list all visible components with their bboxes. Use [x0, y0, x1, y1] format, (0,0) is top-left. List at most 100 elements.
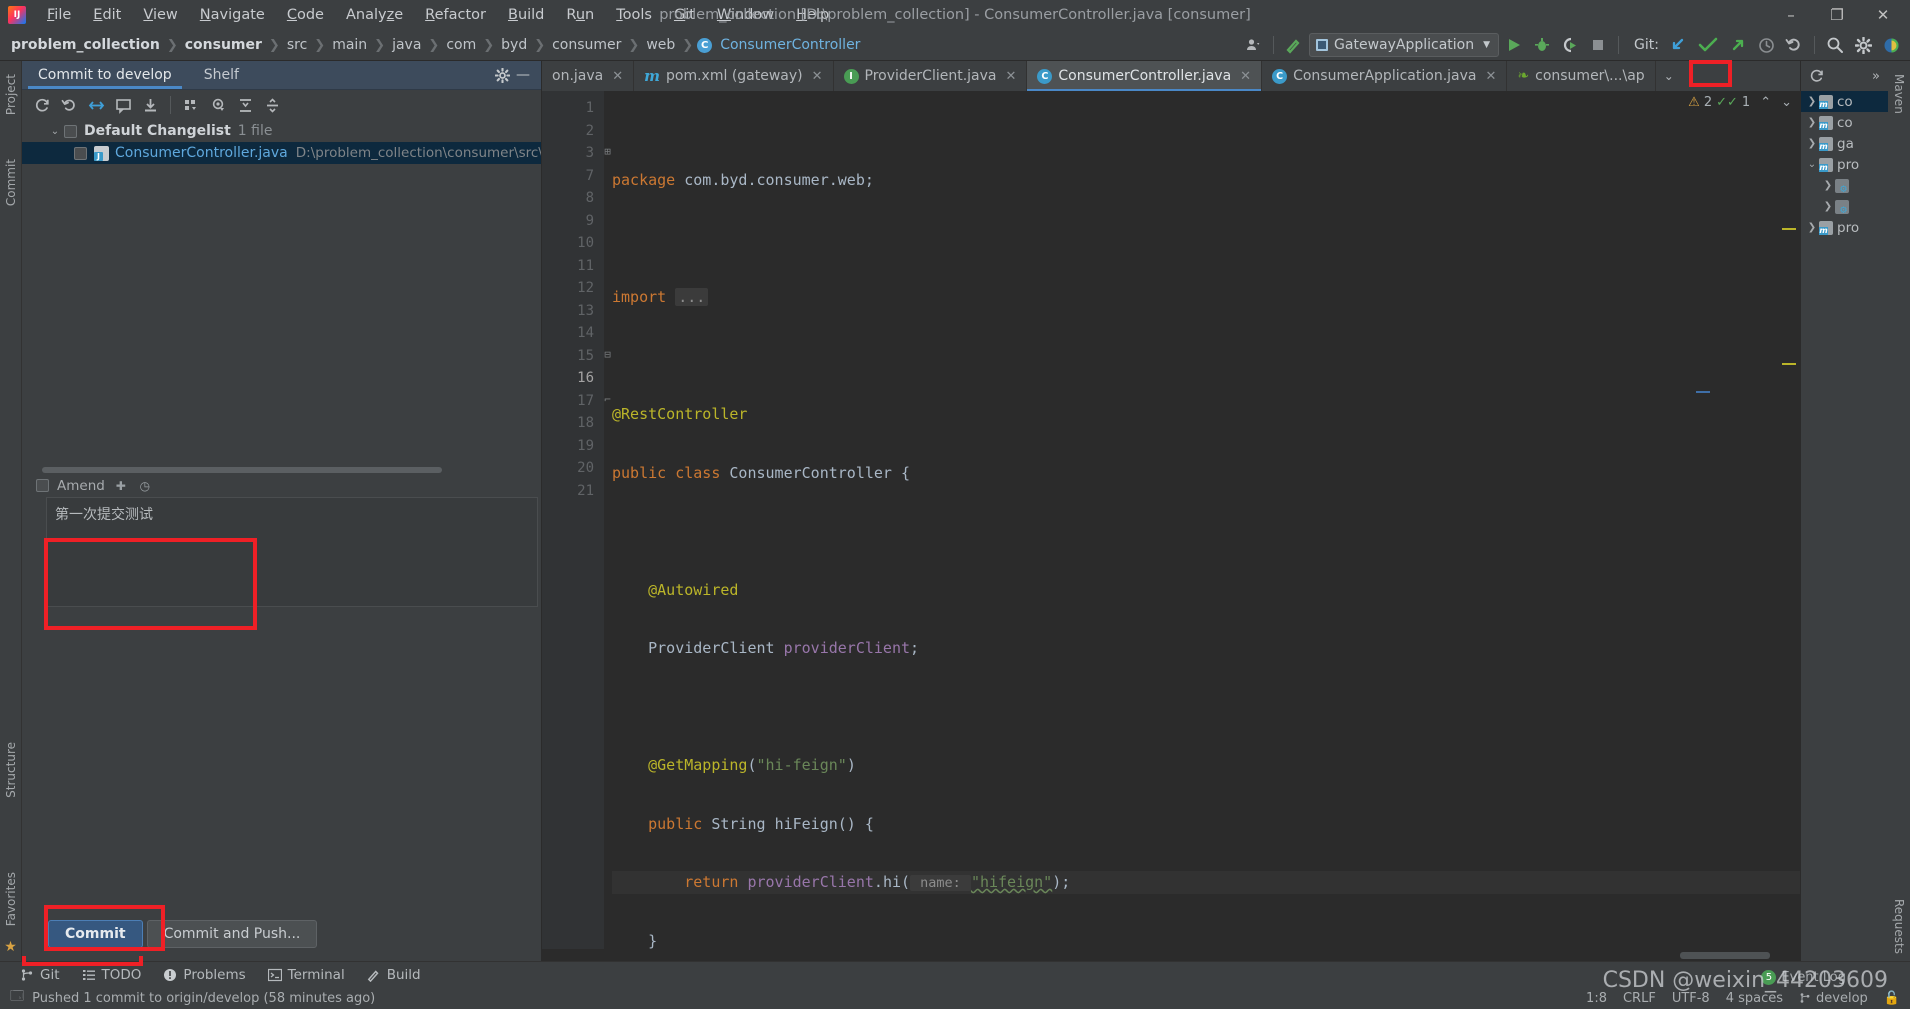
- line-separator[interactable]: CRLF: [1623, 991, 1656, 1006]
- menu-file[interactable]: File: [36, 3, 82, 27]
- menu-refactor[interactable]: Refactor: [414, 3, 497, 27]
- folded-imports[interactable]: ...: [675, 288, 709, 306]
- menu-code[interactable]: Code: [276, 3, 335, 27]
- rollback-icon[interactable]: [1781, 33, 1807, 57]
- tab-commit-to-develop[interactable]: Commit to develop: [22, 61, 188, 89]
- refresh-icon[interactable]: [1809, 68, 1825, 84]
- menu-edit[interactable]: Edit: [82, 3, 132, 27]
- chevron-right-icon[interactable]: ❯: [1805, 96, 1819, 107]
- close-icon[interactable]: ✕: [1240, 69, 1251, 84]
- editor-body[interactable]: 1 2 3 ⊞ 7 8 9 10 11 12 13 14 15 ⊟ 16 17 ⌐ 1…: [542, 91, 1800, 949]
- tool-window-todo[interactable]: TODO: [82, 967, 141, 983]
- sidebar-item-project[interactable]: Project: [2, 67, 20, 122]
- tool-window-problems[interactable]: Problems: [163, 967, 246, 983]
- scrollbar-thumb[interactable]: [1680, 951, 1770, 959]
- file-checkbox[interactable]: [74, 146, 87, 160]
- sidebar-item-favorites[interactable]: Favorites: [2, 865, 20, 933]
- close-button[interactable]: ✕: [1860, 0, 1906, 30]
- menu-analyze[interactable]: Analyze: [335, 3, 414, 27]
- maven-lifecycle-row[interactable]: ❯: [1801, 175, 1888, 196]
- breadcrumb-item-project[interactable]: problem_collection: [8, 35, 163, 55]
- inspection-widget[interactable]: ⚠ 2 ✓✓ 1 ⌃ ⌄: [1688, 95, 1792, 110]
- run-icon[interactable]: [1501, 33, 1527, 57]
- tab-on-java[interactable]: on.java ✕: [542, 61, 635, 91]
- menu-git[interactable]: Git: [663, 3, 706, 27]
- tab-consumercontroller-java[interactable]: C ConsumerController.java ✕: [1027, 61, 1263, 91]
- minimize-icon[interactable]: —: [515, 61, 541, 89]
- editor-tabs[interactable]: on.java ✕ m pom.xml (gateway) ✕ I Provid…: [542, 61, 1800, 91]
- close-icon[interactable]: ✕: [612, 69, 623, 84]
- editor-tabs-dropdown[interactable]: ⌄: [1656, 61, 1682, 91]
- maximize-button[interactable]: ❐: [1814, 0, 1860, 30]
- chevron-down-icon[interactable]: ⌄: [1805, 159, 1819, 170]
- menu-view[interactable]: View: [132, 3, 188, 27]
- chevron-down-icon[interactable]: ▼: [1483, 40, 1490, 50]
- amend-checkbox[interactable]: [36, 479, 49, 492]
- commit-panel-toolbar[interactable]: [22, 90, 541, 120]
- maven-module-row[interactable]: ❯ co: [1801, 91, 1888, 112]
- tab-consumer-application-properties[interactable]: ❧ consumer\...\ap: [1507, 61, 1656, 91]
- breadcrumb-item-byd[interactable]: byd: [498, 35, 530, 55]
- expand-all-icon[interactable]: [233, 93, 257, 117]
- stop-icon[interactable]: [1585, 33, 1611, 57]
- sidebar-item-maven[interactable]: Maven: [1890, 67, 1908, 121]
- maven-module-row[interactable]: ❯ co: [1801, 112, 1888, 133]
- gear-icon[interactable]: [1850, 33, 1876, 57]
- expand-panel-icon[interactable]: »: [1872, 69, 1880, 84]
- maven-module-row[interactable]: ❯ pro: [1801, 217, 1888, 238]
- minimize-button[interactable]: –: [1768, 0, 1814, 30]
- indent-setting[interactable]: 4 spaces: [1726, 991, 1783, 1006]
- build-hammer-icon[interactable]: [1281, 33, 1307, 57]
- debug-icon[interactable]: [1529, 33, 1555, 57]
- table-row[interactable]: ConsumerController.java D:\problem_colle…: [22, 142, 541, 164]
- group-by-icon[interactable]: [179, 93, 203, 117]
- chevron-right-icon[interactable]: ❯: [1805, 117, 1819, 128]
- download-icon[interactable]: [138, 93, 162, 117]
- changelist-checkbox[interactable]: [64, 124, 77, 138]
- preview-icon[interactable]: [206, 93, 230, 117]
- breadcrumb-item-current-file[interactable]: ConsumerController: [717, 35, 863, 55]
- sidebar-item-commit[interactable]: Commit: [2, 152, 20, 213]
- code-editor[interactable]: ⚠ 2 ✓✓ 1 ⌃ ⌄ package com.byd.consumer.we…: [604, 91, 1800, 949]
- breadcrumb[interactable]: problem_collection ❯ consumer ❯ src ❯ ma…: [8, 35, 863, 55]
- changes-tree-hscrollbar[interactable]: [22, 464, 541, 475]
- run-coverage-icon[interactable]: [1557, 33, 1583, 57]
- sidebar-item-requests[interactable]: Requests: [1890, 892, 1908, 961]
- editor-hscrollbar[interactable]: [542, 949, 1800, 961]
- prev-problem-icon[interactable]: ⌃: [1760, 95, 1771, 110]
- menu-run[interactable]: Run: [555, 3, 605, 27]
- event-log-label[interactable]: Event Log: [1781, 970, 1846, 985]
- commit-message-input[interactable]: 第一次提交测试: [46, 496, 538, 607]
- rollback-icon[interactable]: [57, 93, 81, 117]
- tab-shelf[interactable]: Shelf: [188, 61, 255, 89]
- breadcrumb-item-module[interactable]: consumer: [182, 35, 265, 55]
- tool-window-terminal[interactable]: Terminal: [267, 967, 345, 983]
- commit-panel-tabs[interactable]: Commit to develop Shelf —: [22, 61, 541, 90]
- menu-navigate[interactable]: Navigate: [189, 3, 276, 27]
- diff-icon[interactable]: [84, 93, 108, 117]
- caret-position[interactable]: 1:8: [1586, 991, 1607, 1006]
- ide-sphere-icon[interactable]: [1878, 33, 1904, 57]
- changes-tree[interactable]: ⌄ Default Changelist 1 file ConsumerCont…: [22, 120, 541, 465]
- push-icon[interactable]: [1725, 33, 1751, 57]
- tool-window-git[interactable]: Git: [20, 967, 60, 983]
- breadcrumb-item-web[interactable]: web: [643, 35, 678, 55]
- menu-build[interactable]: Build: [497, 3, 555, 27]
- chevron-down-icon[interactable]: ⌄: [48, 126, 62, 137]
- git-branch-widget[interactable]: develop: [1799, 991, 1868, 1006]
- close-icon[interactable]: ✕: [812, 69, 823, 84]
- tab-pom-xml-gateway[interactable]: m pom.xml (gateway) ✕: [634, 61, 834, 91]
- tab-providerclient-java[interactable]: I ProviderClient.java ✕: [834, 61, 1028, 91]
- add-icon[interactable]: ✚: [113, 478, 129, 494]
- close-icon[interactable]: ✕: [1485, 69, 1496, 84]
- breadcrumb-item-com[interactable]: com: [443, 35, 479, 55]
- comment-icon[interactable]: [111, 93, 135, 117]
- close-icon[interactable]: ✕: [1006, 69, 1017, 84]
- menu-window[interactable]: Window: [706, 3, 785, 27]
- commit-checkmark-icon[interactable]: [1693, 33, 1723, 57]
- gear-icon[interactable]: [489, 61, 515, 89]
- tool-window-build[interactable]: Build: [367, 967, 421, 983]
- breadcrumb-item-main[interactable]: main: [329, 35, 370, 55]
- scrollbar-thumb[interactable]: [42, 466, 442, 473]
- breadcrumb-item-consumer[interactable]: consumer: [549, 35, 624, 55]
